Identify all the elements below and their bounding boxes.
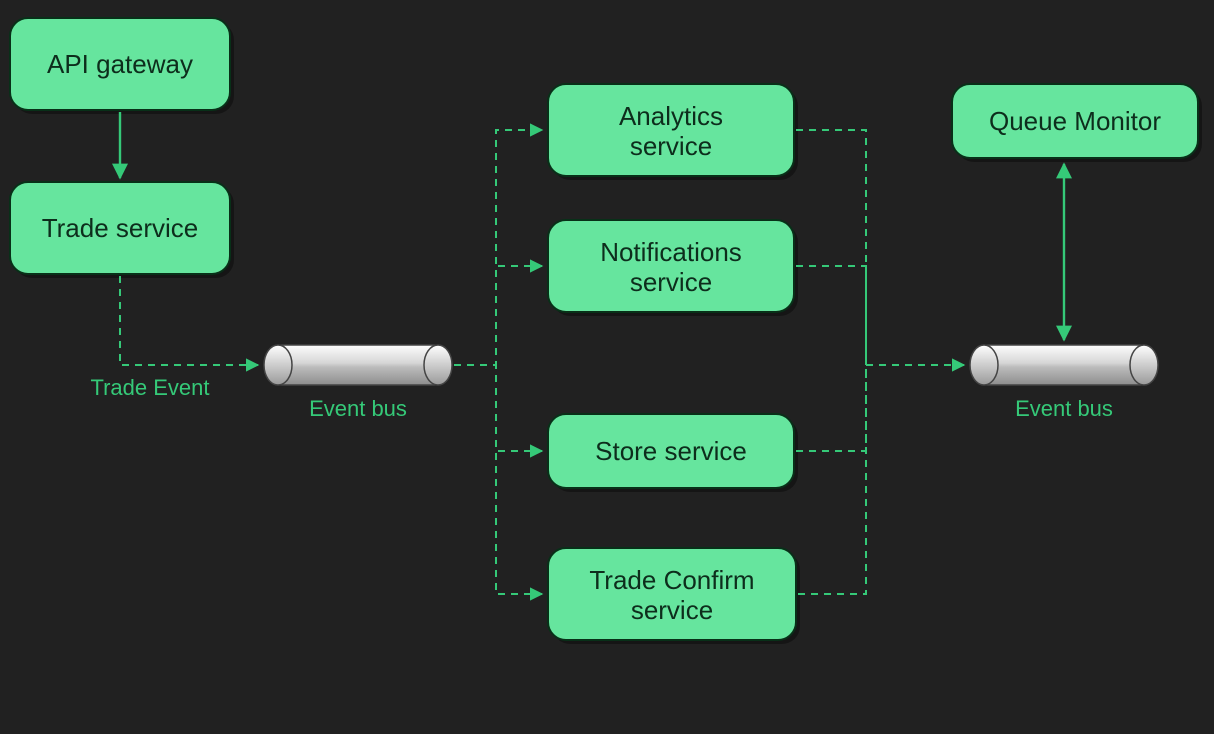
node-label: service (631, 595, 713, 625)
edge-store-to-bus2 (796, 365, 866, 451)
node-notifications-service: Notifications service (548, 220, 798, 316)
node-analytics-service: Analytics service (548, 84, 798, 180)
event-bus-1: Event bus (264, 345, 452, 421)
node-label: Notifications (600, 237, 742, 267)
node-label: Analytics (619, 101, 723, 131)
edge-bus1-to-analytics (454, 130, 542, 365)
edge-bus1-to-tradeconfirm (454, 365, 542, 594)
node-label: Store service (595, 436, 747, 466)
node-trade-service: Trade service (10, 182, 234, 278)
event-bus-2: Event bus (970, 345, 1158, 421)
node-api-gateway: API gateway (10, 18, 234, 114)
bus-label: Event bus (1015, 396, 1113, 421)
node-trade-confirm-service: Trade Confirm service (548, 548, 800, 644)
node-label: service (630, 131, 712, 161)
architecture-diagram: API gateway Trade service Analytics serv… (0, 0, 1214, 734)
node-label: API gateway (47, 49, 193, 79)
edge-bus1-to-notifications (454, 266, 542, 365)
edge-bus1-to-store (454, 365, 542, 451)
edge-trade-to-bus1 (120, 276, 258, 365)
edge-label: Trade Event (90, 375, 209, 400)
node-queue-monitor: Queue Monitor (952, 84, 1202, 162)
node-label: Trade Confirm (589, 565, 754, 595)
edge-tradeconfirm-to-bus2 (798, 365, 866, 594)
node-store-service: Store service (548, 414, 798, 492)
node-label: Trade service (42, 213, 199, 243)
edge-analytics-to-bus2 (796, 130, 866, 365)
node-label: service (630, 267, 712, 297)
node-label: Queue Monitor (989, 106, 1161, 136)
bus-label: Event bus (309, 396, 407, 421)
edge-notifications-to-bus2 (796, 266, 866, 365)
